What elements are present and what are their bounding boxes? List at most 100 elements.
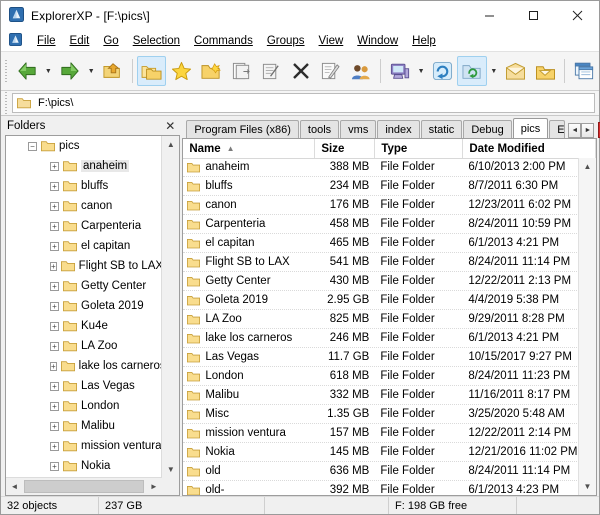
tree-item-nokia[interactable]: +Nokia <box>6 456 162 476</box>
folder-tree[interactable]: −pics+anaheim+bluffs+canon+Carpenteria+e… <box>5 135 180 496</box>
tree-item-london[interactable]: +London <box>6 396 162 416</box>
tab-prev-button[interactable]: ◄ <box>568 123 581 138</box>
tree-expander-icon[interactable]: + <box>50 162 59 171</box>
tree-item-anaheim[interactable]: +anaheim <box>6 156 162 176</box>
up-one-level-button[interactable] <box>98 56 128 86</box>
tree-item-el-capitan[interactable]: +el capitan <box>6 236 162 256</box>
menu-help[interactable]: Help <box>405 34 443 48</box>
tree-expander-icon[interactable]: + <box>50 282 59 291</box>
table-row[interactable]: mission ventura157 MBFile Folder12/22/20… <box>183 424 579 443</box>
close-icon[interactable]: ✕ <box>162 119 178 133</box>
table-row[interactable]: Getty Center430 MBFile Folder12/22/2011 … <box>183 272 579 291</box>
tab-index[interactable]: index <box>377 120 419 138</box>
menu-groups[interactable]: Groups <box>260 34 312 48</box>
tree-expander-icon[interactable]: + <box>50 342 59 351</box>
menu-window[interactable]: Window <box>350 34 405 48</box>
list-scroll-down-button[interactable]: ▼ <box>579 478 596 495</box>
table-row[interactable]: Nokia145 MBFile Folder12/21/2016 11:02 P… <box>183 443 579 462</box>
tree-expander-icon[interactable]: + <box>50 262 57 271</box>
address-input[interactable]: F:\pics\ <box>12 93 595 113</box>
tab-next-button[interactable]: ► <box>581 123 594 138</box>
tree-scroll-left-button[interactable]: ◄ <box>6 478 23 495</box>
tree-item-flight-sb-to-lax[interactable]: +Flight SB to LAX <box>6 256 162 276</box>
table-row[interactable]: canon176 MBFile Folder12/23/2011 6:02 PM <box>183 196 579 215</box>
move-button[interactable] <box>256 56 286 86</box>
column-header-size[interactable]: Size <box>315 139 375 158</box>
tree-expander-icon[interactable]: − <box>28 142 37 151</box>
table-row[interactable]: bluffs234 MBFile Folder8/7/2011 6:30 PM <box>183 177 579 196</box>
table-row[interactable]: el capitan465 MBFile Folder6/1/2013 4:21… <box>183 234 579 253</box>
tree-item-carpenteria[interactable]: +Carpenteria <box>6 216 162 236</box>
tree-expander-icon[interactable]: + <box>50 382 59 391</box>
tree-item-goleta-2019[interactable]: +Goleta 2019 <box>6 296 162 316</box>
list-scroll-up-button[interactable]: ▲ <box>579 158 596 175</box>
refresh-dropdown-arrow-icon[interactable]: ▼ <box>487 56 500 86</box>
table-row[interactable]: anaheim388 MBFile Folder6/10/2013 2:00 P… <box>183 158 579 177</box>
copy-button[interactable] <box>226 56 256 86</box>
tree-expander-icon[interactable]: + <box>50 222 59 231</box>
go-to-button[interactable] <box>428 56 458 86</box>
tree-item-bluffs[interactable]: +bluffs <box>6 176 162 196</box>
tree-expander-icon[interactable]: + <box>50 302 59 311</box>
refresh-button[interactable] <box>457 56 487 86</box>
table-row[interactable]: Carpenteria458 MBFile Folder8/24/2011 10… <box>183 215 579 234</box>
folders-pane-button[interactable] <box>137 56 167 86</box>
forward-dropdown-arrow-icon[interactable]: ▼ <box>85 56 98 86</box>
favorites-button[interactable] <box>166 56 196 86</box>
tab-explorer[interactable]: Explorer <box>549 120 565 138</box>
users-button[interactable] <box>346 56 376 86</box>
table-row[interactable]: Goleta 20192.95 GBFile Folder4/4/2019 5:… <box>183 291 579 310</box>
table-row[interactable]: London618 MBFile Folder8/24/2011 11:23 P… <box>183 367 579 386</box>
tree-item-getty-center[interactable]: +Getty Center <box>6 276 162 296</box>
tab-pics[interactable]: pics <box>513 118 549 138</box>
cascade-windows-button[interactable] <box>569 56 599 86</box>
tree-expander-icon[interactable]: + <box>50 202 59 211</box>
table-row[interactable]: Flight SB to LAX541 MBFile Folder8/24/20… <box>183 253 579 272</box>
tree-item-las-vegas[interactable]: +Las Vegas <box>6 376 162 396</box>
tree-item-ku4e[interactable]: +Ku4e <box>6 316 162 336</box>
tree-item-la-zoo[interactable]: +LA Zoo <box>6 336 162 356</box>
forward-button[interactable] <box>55 56 85 86</box>
tree-expander-icon[interactable]: + <box>50 322 59 331</box>
my-computer-button[interactable] <box>385 56 415 86</box>
tree-scroll-down-button[interactable]: ▼ <box>162 461 179 478</box>
tree-expander-icon[interactable]: + <box>50 442 59 451</box>
address-bar-grip[interactable] <box>3 90 9 116</box>
file-list[interactable]: Name ▲ Size Type Date Modified anaheim38… <box>182 138 597 496</box>
tree-item-mission-ventura[interactable]: +mission ventura <box>6 436 162 456</box>
tree-expander-icon[interactable]: + <box>50 242 59 251</box>
tab-tools[interactable]: tools <box>300 120 339 138</box>
column-header-type[interactable]: Type <box>375 139 463 158</box>
tree-expander-icon[interactable]: + <box>50 182 59 191</box>
table-row[interactable]: old636 MBFile Folder8/24/2011 11:14 PM <box>183 462 579 481</box>
maximize-button[interactable] <box>511 1 555 30</box>
table-row[interactable]: old-392 MBFile Folder6/1/2013 4:23 PM <box>183 481 579 495</box>
tab-static[interactable]: static <box>421 120 463 138</box>
tree-item-canon[interactable]: +canon <box>6 196 162 216</box>
table-row[interactable]: Misc1.35 GBFile Folder3/25/2020 5:48 AM <box>183 405 579 424</box>
minimize-button[interactable] <box>467 1 511 30</box>
open-with-button[interactable] <box>530 56 560 86</box>
column-header-date-modified[interactable]: Date Modified <box>463 139 596 158</box>
tree-item-malibu[interactable]: +Malibu <box>6 416 162 436</box>
send-mail-button[interactable] <box>500 56 530 86</box>
tree-horizontal-scrollbar[interactable]: ◄ ► <box>6 477 162 495</box>
tree-vertical-scrollbar[interactable]: ▲ ▼ <box>161 136 179 478</box>
tab-program-files-x86[interactable]: Program Files (x86) <box>186 120 299 138</box>
my-computer-dropdown-arrow-icon[interactable]: ▼ <box>415 56 428 86</box>
table-row[interactable]: Malibu332 MBFile Folder11/16/2011 8:17 P… <box>183 386 579 405</box>
close-button[interactable] <box>555 1 599 30</box>
tree-scroll-up-button[interactable]: ▲ <box>162 136 179 153</box>
toolbar-grip[interactable] <box>3 58 9 84</box>
new-folder-button[interactable] <box>196 56 226 86</box>
menu-commands[interactable]: Commands <box>187 34 260 48</box>
tree-expander-icon[interactable]: + <box>50 362 57 371</box>
tab-debug[interactable]: Debug <box>463 120 511 138</box>
column-header-name[interactable]: Name ▲ <box>183 139 315 158</box>
menu-file[interactable]: File <box>30 34 63 48</box>
tree-scroll-right-button[interactable]: ► <box>145 478 162 495</box>
delete-button[interactable] <box>286 56 316 86</box>
menu-view[interactable]: View <box>312 34 351 48</box>
back-button[interactable] <box>12 56 42 86</box>
tree-expander-icon[interactable]: + <box>50 422 59 431</box>
